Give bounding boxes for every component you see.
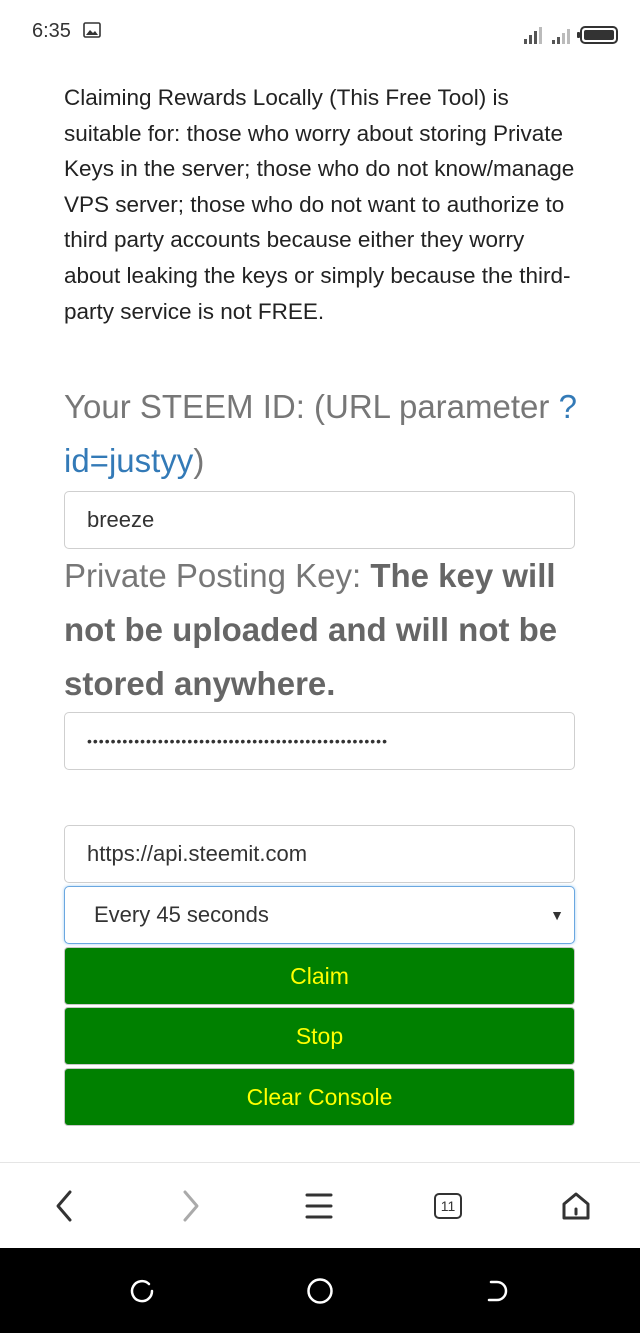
system-nav-bar — [0, 1248, 640, 1333]
chevron-left-icon — [56, 1190, 72, 1222]
api-node-input[interactable]: https://api.steemit.com — [64, 825, 575, 883]
status-time: 6:35 — [32, 20, 71, 42]
browser-toolbar: 11 — [0, 1162, 640, 1249]
tab-count-badge: 11 — [434, 1193, 462, 1219]
home-icon — [562, 1192, 590, 1220]
tabs-button[interactable]: 11 — [418, 1163, 478, 1249]
steem-id-label: Your STEEM ID: (URL parameter ?id=justyy… — [64, 388, 577, 479]
home-nav-button[interactable] — [290, 1248, 350, 1333]
private-key-masked: ••••••••••••••••••••••••••••••••••••••••… — [87, 733, 388, 749]
signal-icon-2 — [552, 24, 570, 44]
menu-button[interactable] — [289, 1163, 349, 1249]
status-indicators — [524, 20, 618, 44]
home-circle-icon — [307, 1277, 333, 1304]
interval-select[interactable]: Every 45 seconds ▼ — [64, 886, 575, 944]
status-bar: 6:35 — [0, 0, 640, 64]
claim-button[interactable]: Claim — [64, 947, 575, 1005]
home-button[interactable] — [546, 1163, 606, 1249]
recents-button[interactable] — [112, 1248, 172, 1333]
api-node-value: https://api.steemit.com — [87, 841, 308, 866]
battery-icon — [577, 26, 618, 44]
back-button[interactable] — [34, 1163, 94, 1249]
menu-icon — [305, 1193, 333, 1219]
signal-icon — [524, 24, 542, 44]
chevron-down-icon: ▼ — [550, 907, 564, 923]
image-icon — [83, 22, 101, 38]
chevron-right-icon — [183, 1190, 199, 1222]
clear-console-button[interactable]: Clear Console — [64, 1068, 575, 1126]
back-icon — [487, 1280, 508, 1301]
recents-icon — [130, 1279, 154, 1302]
forward-button[interactable] — [161, 1163, 221, 1249]
private-key-input[interactable]: ••••••••••••••••••••••••••••••••••••••••… — [64, 712, 575, 770]
interval-selected: Every 45 seconds — [94, 902, 269, 927]
stop-button[interactable]: Stop — [64, 1007, 575, 1065]
steem-id-value: breeze — [87, 507, 155, 532]
steem-id-input[interactable]: breeze — [64, 491, 575, 549]
intro-text: Claiming Rewards Locally (This Free Tool… — [64, 85, 575, 324]
back-nav-button[interactable] — [467, 1248, 527, 1333]
private-key-label: Private Posting Key: The key will not be… — [64, 557, 558, 702]
